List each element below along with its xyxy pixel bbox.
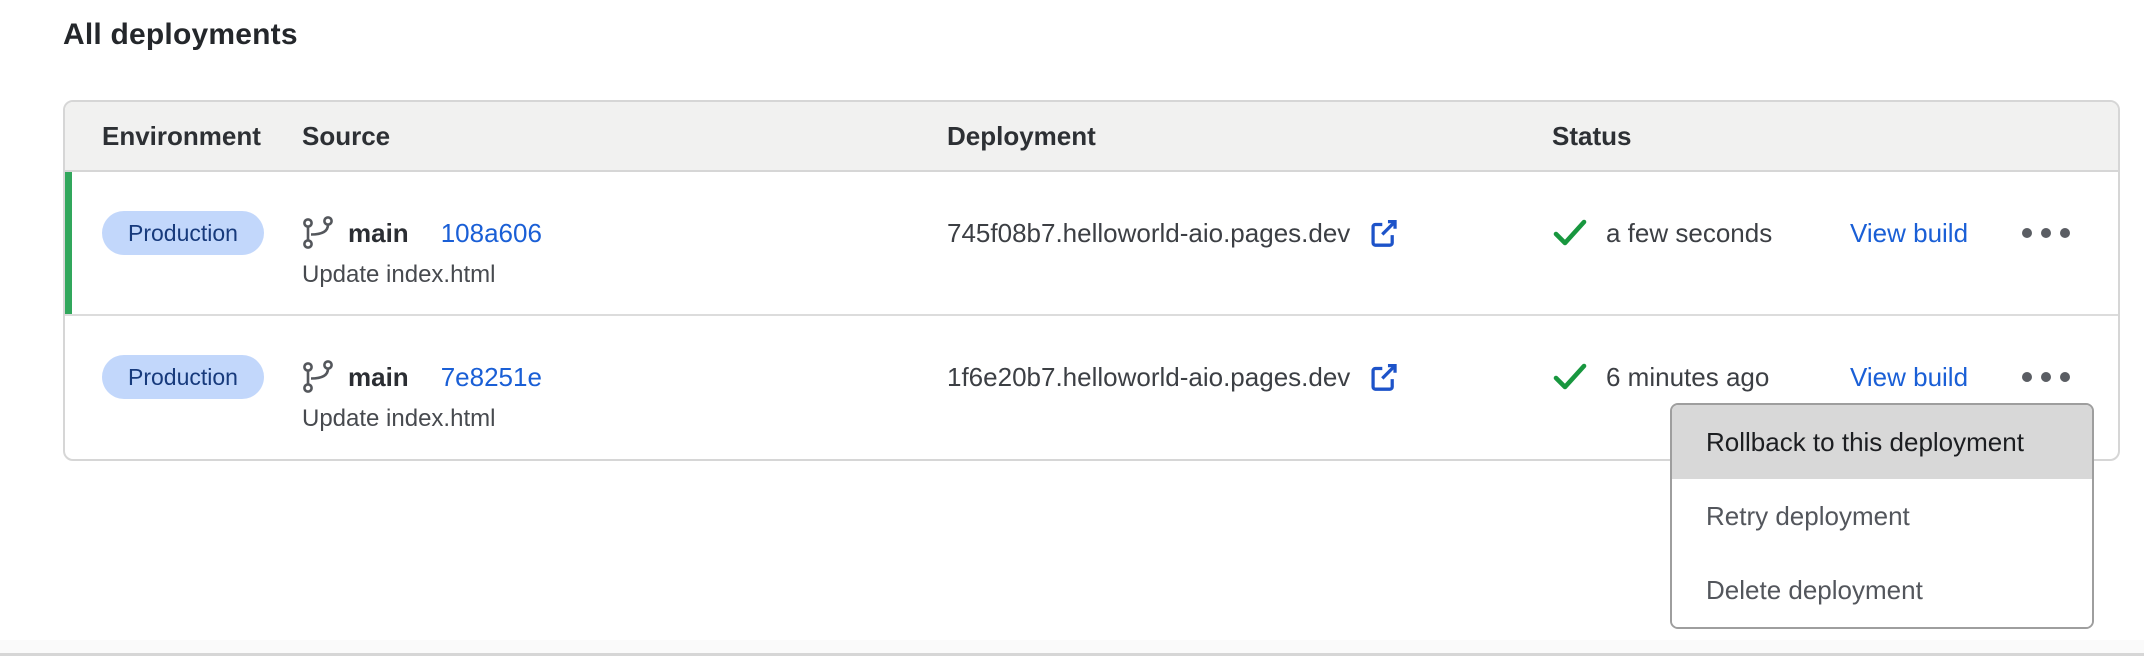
environment-cell: Production [65, 316, 302, 455]
menu-item-rollback[interactable]: Rollback to this deployment [1672, 405, 2092, 479]
source-cell: main 108a606 Update index.html [302, 172, 947, 314]
deployment-url: 745f08b7.helloworld-aio.pages.dev [947, 218, 1350, 249]
environment-badge: Production [102, 355, 264, 399]
ellipsis-icon[interactable] [2016, 218, 2076, 248]
source-cell: main 7e8251e Update index.html [302, 316, 947, 455]
check-icon [1552, 217, 1588, 249]
deployment-cell: 745f08b7.helloworld-aio.pages.dev [947, 172, 1552, 314]
branch-name: main [348, 218, 409, 249]
environment-cell: Production [65, 172, 302, 314]
table-row: Production main 108a606 Update index.htm… [65, 172, 2118, 316]
column-header-source: Source [302, 121, 947, 152]
footer-divider [0, 653, 2144, 656]
current-deployment-indicator [65, 172, 72, 314]
commit-message: Update index.html [302, 402, 947, 436]
table-header-row: Environment Source Deployment Status [65, 102, 2118, 172]
external-link-icon[interactable] [1366, 216, 1400, 250]
column-header-status: Status [1552, 121, 1850, 152]
column-header-environment: Environment [65, 121, 302, 152]
view-build-link[interactable]: View build [1850, 218, 1968, 249]
commit-link[interactable]: 108a606 [441, 218, 542, 249]
status-time: 6 minutes ago [1606, 362, 1769, 393]
status-cell: a few seconds [1552, 172, 1850, 314]
page-title: All deployments [63, 18, 298, 52]
column-header-deployment: Deployment [947, 121, 1552, 152]
deployment-cell: 1f6e20b7.helloworld-aio.pages.dev [947, 316, 1552, 455]
ellipsis-icon[interactable] [2016, 362, 2076, 392]
check-icon [1552, 361, 1588, 393]
view-build-link[interactable]: View build [1850, 362, 1968, 393]
view-build-cell: View build [1850, 172, 2002, 314]
git-branch-icon [302, 360, 334, 394]
git-branch-icon [302, 216, 334, 250]
branch-name: main [348, 362, 409, 393]
row-menu-cell [2002, 172, 2118, 314]
commit-message: Update index.html [302, 258, 947, 292]
row-context-menu: Rollback to this deployment Retry deploy… [1670, 403, 2094, 629]
external-link-icon[interactable] [1366, 360, 1400, 394]
footer-strip [0, 640, 2144, 653]
menu-item-retry[interactable]: Retry deployment [1672, 479, 2092, 553]
commit-link[interactable]: 7e8251e [441, 362, 542, 393]
status-time: a few seconds [1606, 218, 1772, 249]
menu-item-delete[interactable]: Delete deployment [1672, 553, 2092, 627]
deployment-url: 1f6e20b7.helloworld-aio.pages.dev [947, 362, 1350, 393]
environment-badge: Production [102, 211, 264, 255]
